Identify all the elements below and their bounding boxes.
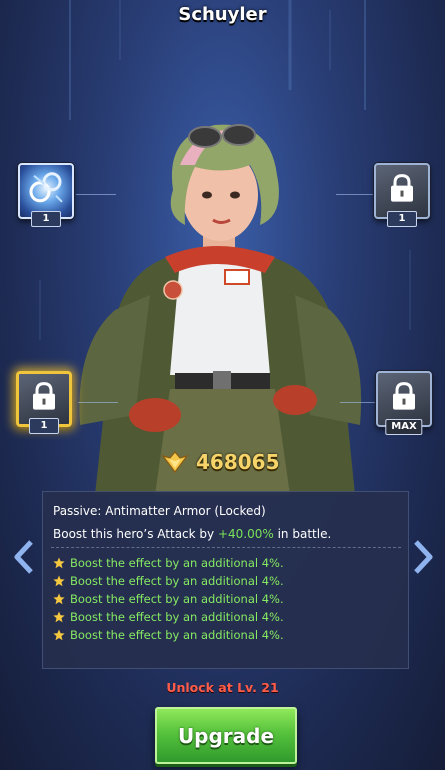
lock-icon: [391, 174, 413, 202]
skill-slot-3-selected[interactable]: 1: [16, 371, 72, 434]
chevron-right-icon[interactable]: [413, 540, 433, 574]
power-wings-icon: [161, 451, 189, 473]
boost-item: Boost the effect by an additional 4%.: [53, 590, 284, 608]
star-icon: [53, 593, 65, 605]
power-value: 468065: [196, 450, 280, 474]
slot-connector-line: [76, 194, 116, 195]
star-icon: [53, 557, 65, 569]
skill-slot-2[interactable]: 1: [374, 163, 430, 227]
lock-icon: [33, 382, 55, 410]
skill-level-badge: 1: [31, 211, 61, 227]
lock-icon: [393, 382, 415, 410]
chevron-left-icon[interactable]: [14, 540, 34, 574]
panel-divider: [51, 547, 401, 548]
boost-text: Boost the effect by an additional 4%.: [70, 574, 284, 588]
boost-text: Boost the effect by an additional 4%.: [70, 628, 284, 642]
hero-power: 468065: [160, 448, 300, 476]
skill-level-badge: 1: [387, 211, 417, 227]
star-icon: [53, 611, 65, 623]
boost-text: Boost the effect by an additional 4%.: [70, 556, 284, 570]
skill-desc-prefix: Boost this hero’s Attack by: [53, 527, 215, 541]
unlock-requirement: Unlock at Lv. 21: [166, 680, 279, 695]
skill-level-badge-max: MAX: [385, 419, 423, 435]
boost-item: Boost the effect by an additional 4%.: [53, 554, 284, 572]
boost-list: Boost the effect by an additional 4%. Bo…: [53, 554, 284, 644]
skill-info-panel: Passive: Antimatter Armor (Locked) Boost…: [42, 491, 409, 669]
boost-text: Boost the effect by an additional 4%.: [70, 610, 284, 624]
hero-name-title: Schuyler: [178, 4, 267, 25]
boost-item: Boost the effect by an additional 4%.: [53, 626, 284, 644]
star-icon: [53, 575, 65, 587]
hero-portrait: [79, 124, 362, 495]
boost-item: Boost the effect by an additional 4%.: [53, 608, 284, 626]
slot-connector-line: [336, 194, 374, 195]
slot-connector-line: [78, 402, 118, 403]
skill-description: Boost this hero’s Attack by +40.00% in b…: [53, 527, 331, 541]
upgrade-button[interactable]: Upgrade: [155, 707, 297, 764]
skill-slot-1[interactable]: 1: [18, 163, 74, 227]
energy-gears-icon: [29, 172, 63, 203]
skill-slot-4[interactable]: MAX: [376, 371, 432, 435]
skill-desc-value: +40.00%: [217, 527, 274, 541]
boost-text: Boost the effect by an additional 4%.: [70, 592, 284, 606]
star-icon: [53, 629, 65, 641]
skill-level-badge: 1: [29, 418, 59, 434]
slot-connector-line: [340, 402, 376, 403]
skill-title: Passive: Antimatter Armor (Locked): [53, 504, 266, 518]
boost-item: Boost the effect by an additional 4%.: [53, 572, 284, 590]
skill-desc-suffix: in battle.: [277, 527, 332, 541]
